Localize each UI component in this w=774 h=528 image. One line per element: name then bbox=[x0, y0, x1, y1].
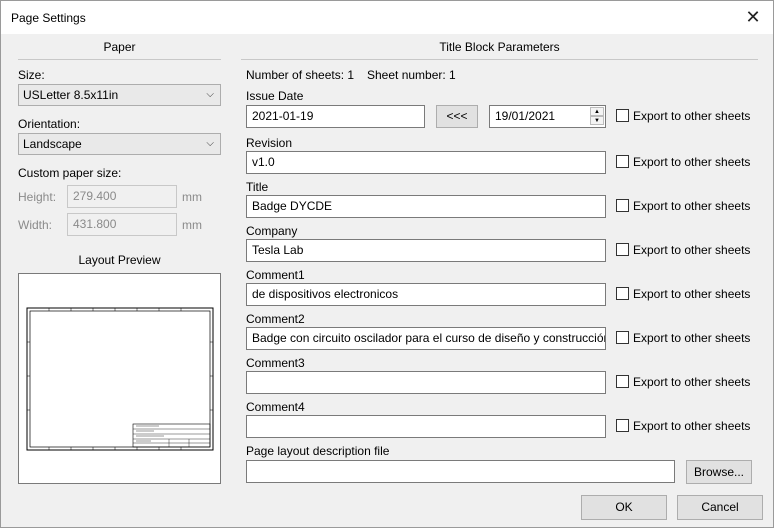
ok-button[interactable]: OK bbox=[581, 495, 667, 520]
export-revision-checkbox[interactable]: Export to other sheets bbox=[616, 155, 750, 169]
comment1-label: Comment1 bbox=[246, 268, 305, 282]
title-field[interactable]: Badge DYCDE bbox=[246, 195, 606, 218]
export-label: Export to other sheets bbox=[633, 243, 751, 257]
checkbox-box[interactable] bbox=[616, 109, 629, 122]
date-picker[interactable]: 19/01/2021 ▲ ▼ bbox=[489, 105, 606, 128]
export-comment3-checkbox[interactable]: Export to other sheets bbox=[616, 375, 750, 389]
spin-down-icon[interactable]: ▼ bbox=[590, 116, 604, 125]
export-label: Export to other sheets bbox=[633, 287, 751, 301]
cancel-button[interactable]: Cancel bbox=[677, 495, 763, 520]
export-label: Export to other sheets bbox=[633, 155, 751, 169]
chevron-down-icon: ⌵ bbox=[206, 89, 214, 100]
custom-size-label: Custom paper size: bbox=[18, 166, 122, 180]
title-bar: Page Settings ✕ bbox=[1, 1, 773, 34]
size-select-value: USLetter 8.5x11in bbox=[23, 88, 119, 102]
orientation-select-value: Landscape bbox=[23, 137, 82, 151]
comment4-field[interactable] bbox=[246, 415, 606, 438]
export-label: Export to other sheets bbox=[633, 375, 751, 389]
layout-preview bbox=[18, 273, 221, 484]
layout-file-label: Page layout description file bbox=[246, 444, 390, 458]
issue-date-field[interactable]: 2021-01-19 bbox=[246, 105, 425, 128]
title-label: Title bbox=[246, 180, 269, 194]
sheet-number: Sheet number: 1 bbox=[367, 68, 456, 82]
checkbox-box[interactable] bbox=[616, 199, 629, 212]
export-issue-date-checkbox[interactable]: Export to other sheets bbox=[616, 109, 750, 123]
width-unit: mm bbox=[182, 218, 202, 232]
date-spinner[interactable]: ▲ ▼ bbox=[590, 107, 604, 126]
page-settings-dialog: Page Settings ✕ Paper Size: USLetter 8.5… bbox=[0, 0, 774, 528]
title-block-heading: Title Block Parameters bbox=[439, 40, 560, 54]
comment4-label: Comment4 bbox=[246, 400, 305, 414]
orientation-label: Orientation: bbox=[18, 117, 81, 131]
comment2-field[interactable]: Badge con circuito oscilador para el cur… bbox=[246, 327, 606, 350]
company-field[interactable]: Tesla Lab bbox=[246, 239, 606, 262]
date-picker-value: 19/01/2021 bbox=[495, 109, 556, 123]
comment1-field[interactable]: de dispositivos electronicos bbox=[246, 283, 606, 306]
layout-preview-drawing bbox=[26, 307, 214, 451]
title-block-divider bbox=[241, 59, 758, 60]
revision-label: Revision bbox=[246, 136, 293, 150]
export-company-checkbox[interactable]: Export to other sheets bbox=[616, 243, 750, 257]
window-title: Page Settings bbox=[11, 11, 86, 25]
export-label: Export to other sheets bbox=[633, 109, 751, 123]
company-label: Company bbox=[246, 224, 298, 238]
export-label: Export to other sheets bbox=[633, 199, 751, 213]
export-comment2-checkbox[interactable]: Export to other sheets bbox=[616, 331, 750, 345]
export-label: Export to other sheets bbox=[633, 419, 751, 433]
export-comment4-checkbox[interactable]: Export to other sheets bbox=[616, 419, 750, 433]
height-field[interactable]: 279.400 bbox=[67, 185, 177, 208]
copy-date-button[interactable]: <<< bbox=[436, 105, 478, 128]
chevron-down-icon: ⌵ bbox=[206, 138, 214, 149]
comment2-label: Comment2 bbox=[246, 312, 305, 326]
browse-button[interactable]: Browse... bbox=[686, 460, 752, 484]
revision-field[interactable]: v1.0 bbox=[246, 151, 606, 174]
paper-divider bbox=[18, 59, 221, 60]
orientation-select[interactable]: Landscape ⌵ bbox=[18, 133, 221, 155]
layout-file-field[interactable] bbox=[246, 460, 675, 483]
width-field[interactable]: 431.800 bbox=[67, 213, 177, 236]
close-icon[interactable]: ✕ bbox=[741, 6, 765, 28]
paper-heading: Paper bbox=[103, 40, 136, 54]
checkbox-box[interactable] bbox=[616, 155, 629, 168]
export-label: Export to other sheets bbox=[633, 331, 751, 345]
height-unit: mm bbox=[182, 190, 202, 204]
export-title-checkbox[interactable]: Export to other sheets bbox=[616, 199, 750, 213]
comment3-label: Comment3 bbox=[246, 356, 305, 370]
number-of-sheets: Number of sheets: 1 bbox=[246, 68, 355, 82]
checkbox-box[interactable] bbox=[616, 331, 629, 344]
checkbox-box[interactable] bbox=[616, 287, 629, 300]
export-comment1-checkbox[interactable]: Export to other sheets bbox=[616, 287, 750, 301]
issue-date-label: Issue Date bbox=[246, 89, 304, 103]
layout-preview-heading: Layout Preview bbox=[78, 253, 161, 267]
size-label: Size: bbox=[18, 68, 45, 82]
width-label: Width: bbox=[18, 218, 53, 232]
checkbox-box[interactable] bbox=[616, 243, 629, 256]
height-label: Height: bbox=[18, 190, 57, 204]
checkbox-box[interactable] bbox=[616, 375, 629, 388]
comment3-field[interactable] bbox=[246, 371, 606, 394]
checkbox-box[interactable] bbox=[616, 419, 629, 432]
size-select[interactable]: USLetter 8.5x11in ⌵ bbox=[18, 84, 221, 106]
spin-up-icon[interactable]: ▲ bbox=[590, 107, 604, 116]
